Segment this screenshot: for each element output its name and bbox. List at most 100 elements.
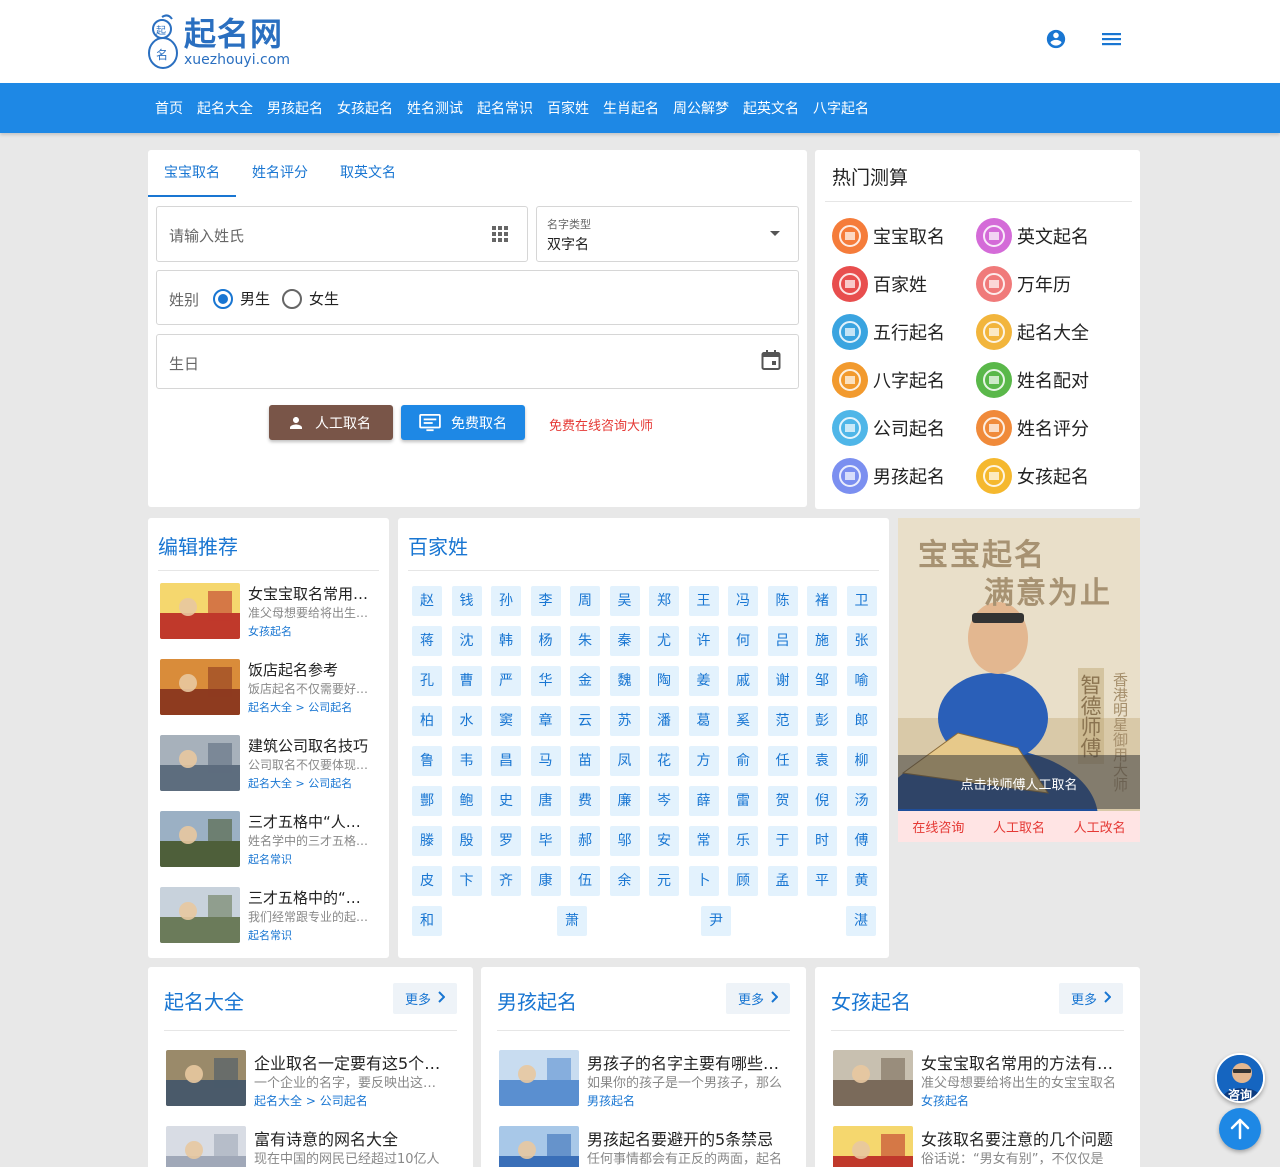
surname-chip[interactable]: 钱 bbox=[451, 586, 482, 616]
recommend-item[interactable]: 三才五格中“人格”的含义姓名学中的三才五格理论起名常识 bbox=[160, 811, 380, 871]
surname-chip[interactable]: 杨 bbox=[530, 626, 561, 656]
surname-chip[interactable]: 严 bbox=[491, 666, 521, 696]
nav-item-8[interactable]: 周公解梦 bbox=[666, 98, 736, 118]
surname-chip[interactable]: 傅 bbox=[846, 826, 877, 856]
article-thumbnail[interactable] bbox=[166, 1126, 246, 1167]
article-title[interactable]: 建筑公司取名技巧 bbox=[248, 735, 372, 756]
hot-item[interactable]: 姓名配对 bbox=[976, 362, 1089, 398]
surname-chip[interactable]: 康 bbox=[530, 866, 561, 896]
tab-name-score[interactable]: 姓名评分 bbox=[236, 150, 324, 197]
surname-chip[interactable]: 尹 bbox=[701, 906, 731, 936]
hot-item[interactable]: 英文起名 bbox=[976, 218, 1089, 254]
article-title[interactable]: 女孩取名要注意的几个问题 bbox=[921, 1126, 1116, 1150]
surname-chip[interactable]: 酆 bbox=[412, 786, 442, 816]
article-tag[interactable]: 起名大全 bbox=[248, 701, 292, 714]
manual-naming-button[interactable]: 人工取名 bbox=[269, 405, 393, 440]
more-button[interactable]: 更多 bbox=[1059, 983, 1123, 1014]
surname-chip[interactable]: 章 bbox=[530, 706, 561, 736]
nav-item-2[interactable]: 男孩起名 bbox=[260, 98, 330, 118]
name-type-select[interactable]: 名字类型 双字名 bbox=[536, 206, 799, 262]
nav-item-3[interactable]: 女孩起名 bbox=[330, 98, 400, 118]
keypad-grid-icon[interactable] bbox=[491, 225, 509, 243]
surname-chip[interactable]: 孙 bbox=[491, 586, 521, 616]
surname-chip[interactable]: 周 bbox=[570, 586, 600, 616]
manual-rename-link[interactable]: 人工改名 bbox=[1074, 817, 1126, 836]
more-button[interactable]: 更多 bbox=[393, 983, 457, 1014]
surname-chip[interactable]: 郝 bbox=[570, 826, 600, 856]
article-title[interactable]: 饭店起名参考 bbox=[248, 659, 372, 680]
surname-chip[interactable]: 岑 bbox=[649, 786, 679, 816]
column-article[interactable]: 富有诗意的网名大全 现在中国的网民已经超过10亿人 bbox=[166, 1126, 461, 1167]
surname-chip[interactable]: 施 bbox=[807, 626, 837, 656]
online-consult-link[interactable]: 在线咨询 bbox=[912, 817, 964, 836]
surname-chip[interactable]: 贺 bbox=[767, 786, 798, 816]
surname-chip[interactable]: 韦 bbox=[451, 746, 482, 776]
article-thumbnail[interactable] bbox=[166, 1050, 246, 1106]
surname-chip[interactable]: 彭 bbox=[807, 706, 837, 736]
article-thumbnail[interactable] bbox=[160, 659, 240, 715]
article-tag[interactable]: 起名大全 bbox=[248, 777, 292, 790]
surname-chip[interactable]: 张 bbox=[846, 626, 877, 656]
surname-chip[interactable]: 蒋 bbox=[412, 626, 442, 656]
surname-chip[interactable]: 平 bbox=[807, 866, 837, 896]
surname-chip[interactable]: 水 bbox=[451, 706, 482, 736]
surname-chip[interactable]: 时 bbox=[807, 826, 837, 856]
site-logo[interactable]: 起 名 起名网 xuezhouyi.com bbox=[146, 12, 290, 72]
surname-chip[interactable]: 方 bbox=[688, 746, 719, 776]
column-article[interactable]: 企业取名一定要有这5个要素 一个企业的名字，要反映出这个企业 起名大全 > 公司起名 bbox=[166, 1050, 461, 1110]
surname-chip[interactable]: 葛 bbox=[688, 706, 719, 736]
surname-chip[interactable]: 吴 bbox=[609, 586, 640, 616]
surname-chip[interactable]: 汤 bbox=[846, 786, 877, 816]
article-title[interactable]: 女宝宝取名常用的方法有哪些 bbox=[921, 1050, 1116, 1074]
surname-chip[interactable]: 许 bbox=[688, 626, 719, 656]
surname-chip[interactable]: 凤 bbox=[609, 746, 640, 776]
surname-chip[interactable]: 尤 bbox=[649, 626, 679, 656]
hot-item[interactable]: 百家姓 bbox=[832, 266, 927, 302]
surname-chip[interactable]: 湛 bbox=[846, 906, 876, 936]
surname-chip[interactable]: 黄 bbox=[846, 866, 877, 896]
article-tag[interactable]: 公司起名 bbox=[308, 777, 352, 790]
nav-item-0[interactable]: 首页 bbox=[148, 98, 190, 118]
hamburger-menu-icon[interactable] bbox=[1101, 30, 1123, 48]
surname-chip[interactable]: 元 bbox=[649, 866, 679, 896]
article-tag[interactable]: 公司起名 bbox=[308, 701, 352, 714]
surname-chip[interactable]: 秦 bbox=[609, 626, 640, 656]
surname-chip[interactable]: 苗 bbox=[570, 746, 600, 776]
surname-chip[interactable]: 陶 bbox=[649, 666, 679, 696]
nav-item-1[interactable]: 起名大全 bbox=[190, 98, 260, 118]
surname-chip[interactable]: 潘 bbox=[649, 706, 679, 736]
surname-chip[interactable]: 范 bbox=[767, 706, 798, 736]
calendar-icon[interactable] bbox=[761, 349, 781, 371]
surname-chip[interactable]: 王 bbox=[688, 586, 719, 616]
surname-chip[interactable]: 乐 bbox=[728, 826, 758, 856]
hot-item[interactable]: 宝宝取名 bbox=[832, 218, 945, 254]
surname-chip[interactable]: 伍 bbox=[570, 866, 600, 896]
surname-chip[interactable]: 雷 bbox=[728, 786, 758, 816]
hot-item[interactable]: 八字起名 bbox=[832, 362, 945, 398]
surname-chip[interactable]: 萧 bbox=[557, 906, 587, 936]
surname-chip[interactable]: 褚 bbox=[807, 586, 837, 616]
surname-chip[interactable]: 安 bbox=[649, 826, 679, 856]
surname-chip[interactable]: 任 bbox=[767, 746, 798, 776]
surname-chip[interactable]: 魏 bbox=[609, 666, 640, 696]
surname-chip[interactable]: 姜 bbox=[688, 666, 719, 696]
article-tag[interactable]: 起名大全 bbox=[254, 1094, 302, 1108]
nav-item-9[interactable]: 起英文名 bbox=[736, 98, 806, 118]
free-consult-link[interactable]: 免费在线咨询大师 bbox=[549, 415, 653, 434]
surname-chip[interactable]: 马 bbox=[530, 746, 561, 776]
surname-chip[interactable]: 卫 bbox=[846, 586, 877, 616]
birthday-field[interactable]: 生日 bbox=[156, 334, 799, 389]
more-button[interactable]: 更多 bbox=[726, 983, 790, 1014]
article-title[interactable]: 男孩子的名字主要有哪些讲究 bbox=[587, 1050, 782, 1074]
column-article[interactable]: 男孩子的名字主要有哪些讲究 如果你的孩子是一个男孩子，那么 男孩起名 bbox=[499, 1050, 794, 1110]
surname-chip[interactable]: 朱 bbox=[570, 626, 600, 656]
recommend-item[interactable]: 饭店起名参考饭店起名不仅需要好听好记起名大全 > 公司起名 bbox=[160, 659, 380, 719]
column-article[interactable]: 女宝宝取名常用的方法有哪些 准父母想要给将出生的女宝宝取名 女孩起名 bbox=[833, 1050, 1128, 1110]
article-title[interactable]: 企业取名一定要有这5个要素 bbox=[254, 1050, 449, 1074]
surname-chip[interactable]: 廉 bbox=[609, 786, 640, 816]
article-thumbnail[interactable] bbox=[499, 1050, 579, 1106]
surname-chip[interactable]: 齐 bbox=[491, 866, 521, 896]
column-article[interactable]: 男孩起名要避开的5条禁忌 任何事情都会有正反的两面，起名 bbox=[499, 1126, 794, 1167]
surname-chip[interactable]: 柏 bbox=[412, 706, 442, 736]
surname-chip[interactable]: 苏 bbox=[609, 706, 640, 736]
